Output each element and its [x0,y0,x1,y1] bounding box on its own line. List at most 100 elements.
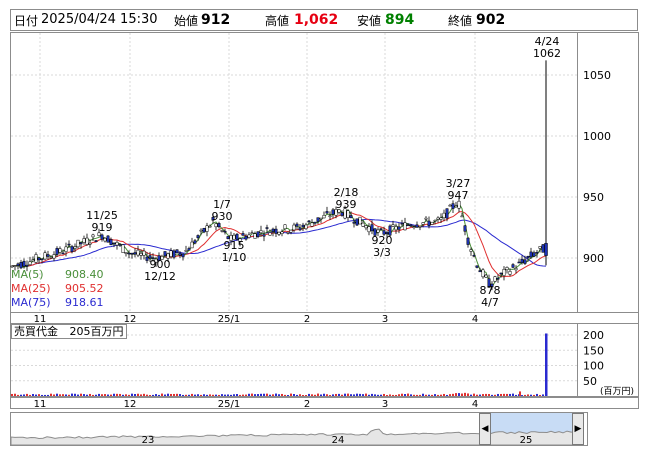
candle-body [478,270,482,273]
candle-body [250,232,254,235]
volume-bar [317,393,319,396]
ma5-label: MA(5) [11,268,44,281]
volume-bar [89,393,91,396]
price-tick-label: 950 [583,191,604,204]
candle-body [394,226,398,231]
volume-bar [519,391,521,396]
volume-bar [14,393,16,396]
candle-body [541,244,545,253]
volume-bar [446,394,448,396]
volume-bar [155,394,157,396]
volume-bar [248,393,250,396]
volume-bar [146,394,148,396]
candle-body [130,252,134,255]
volume-x-axis-band [10,397,639,409]
volume-bar [83,394,85,396]
volume-value: 205百万円 [69,325,124,338]
volume-bar [464,392,466,396]
volume-bar [149,395,151,396]
volume-bar [38,394,40,396]
volume-bar [455,393,457,396]
candle-body [202,227,206,233]
volume-bar [374,394,376,396]
candle-body [208,225,212,228]
volume-bar [425,394,427,396]
volume-bar [485,393,487,396]
volume-bar [356,393,358,396]
volume-bar [95,394,97,396]
candle-body [214,223,218,228]
volume-bar [368,394,370,396]
candle-body [118,244,122,246]
volume-bar [11,393,13,396]
candle-body [538,246,542,249]
volume-bar [434,394,436,396]
candle-body [82,238,86,243]
volume-legend: 売買代金 205百万円 [11,324,127,339]
navigator-year-label: 25 [520,435,533,446]
volume-bar [476,394,478,396]
candle-body [85,237,89,245]
volume-bar [503,393,505,396]
candle-body [133,252,137,255]
candle-body [280,231,284,234]
candle-body [136,249,140,256]
candle-body [25,264,29,267]
volume-tick-label: 100 [583,360,604,373]
volume-bar [35,394,37,396]
candle-body [328,215,332,218]
candle-body [367,226,371,233]
candle-body [295,223,299,227]
candle-body [247,234,251,238]
volume-bar [296,394,298,396]
volume-bar [347,393,349,396]
candle-body [484,274,488,278]
volume-bar [278,394,280,396]
volume-bar [182,394,184,396]
volume-bar [215,394,217,396]
annotation-date: 4/7 [481,296,499,309]
candle-body [268,232,272,236]
x-month-label: 12 [124,399,137,410]
volume-tick-label: 150 [583,344,604,357]
candle-body [409,224,413,227]
navigator-right-handle[interactable]: ▶ [572,413,584,445]
candle-body [472,255,476,257]
volume-bar [320,394,322,396]
candle-body [442,212,446,219]
candle-body [526,255,530,259]
volume-bar [383,393,385,396]
candle-body [307,220,311,223]
volume-bar [29,394,31,396]
navigator-left-handle[interactable]: ◀ [479,413,491,445]
candle-body [70,246,74,252]
volume-bar [386,395,388,396]
annotation-value: 919 [92,221,113,234]
candle-body [502,269,506,276]
volume-bar [92,394,94,396]
x-month-label: 4 [472,399,478,410]
candle-body [52,254,56,259]
volume-bar [158,394,160,396]
candle-body [256,231,260,238]
candle-body [79,242,83,245]
volume-bar [287,395,289,396]
volume-bar [392,394,394,396]
volume-bar [449,394,451,396]
volume-bar [494,394,496,396]
candle-body [217,223,221,228]
volume-bar [218,394,220,396]
volume-bar [266,393,268,396]
candle-body [241,233,245,236]
volume-bar [371,393,373,396]
volume-bar [410,394,412,396]
candle-body [187,248,191,251]
annotation-date: 1/10 [222,251,247,264]
candle-body [448,204,452,207]
volume-bar [170,393,172,396]
candle-body [508,271,512,275]
x-month-label: 2 [304,399,310,410]
volume-bar [26,393,28,396]
volume-bar [401,393,403,396]
volume-bar [62,394,64,396]
